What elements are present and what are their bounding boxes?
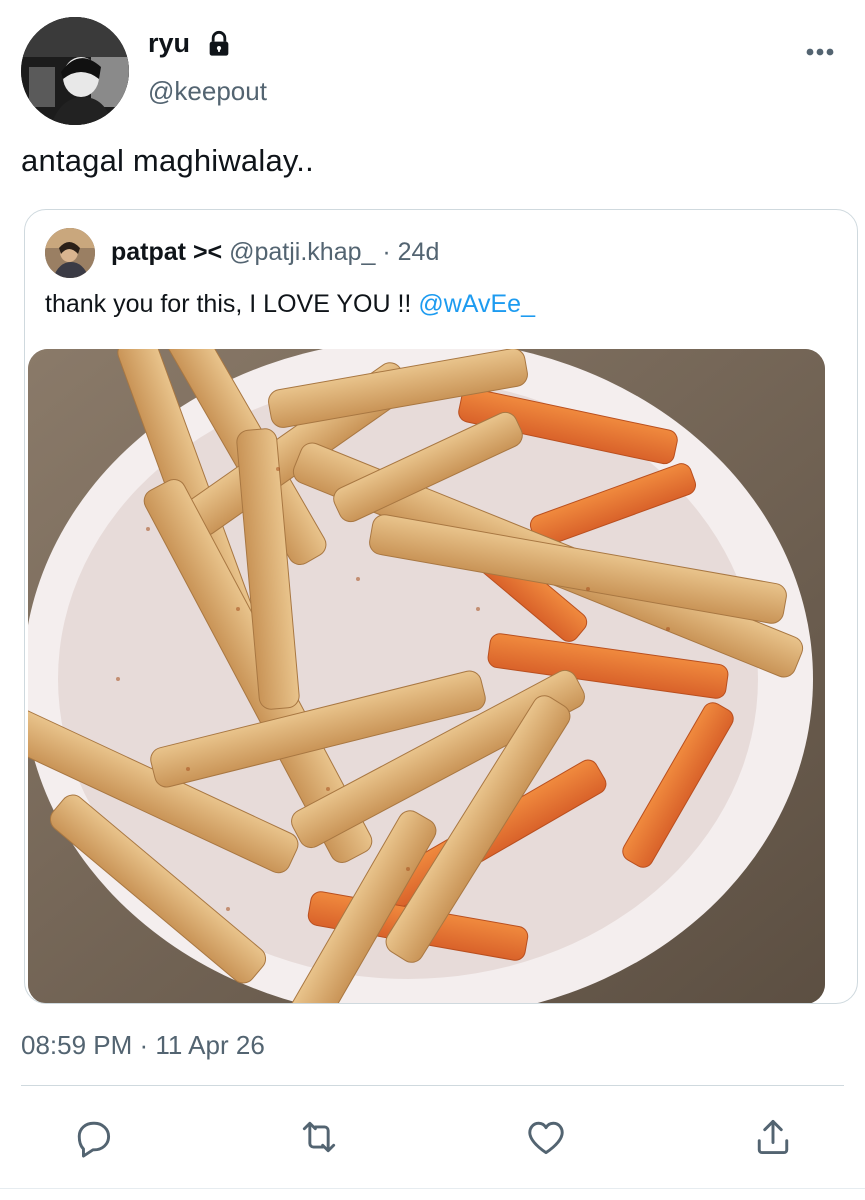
quoted-mention-link[interactable]: @wAvEe_	[418, 290, 535, 318]
quoted-header: patpat >< @patji.khap_ · 24d	[111, 238, 439, 267]
quoted-author-handle[interactable]: @patji.khap_	[229, 238, 375, 266]
more-icon[interactable]	[800, 40, 840, 64]
heart-icon[interactable]	[524, 1115, 568, 1159]
quoted-author-avatar[interactable]	[45, 228, 95, 278]
quoted-text: thank you for this, I LOVE YOU !! @wAvEe…	[45, 290, 535, 319]
tweet-text: antagal maghiwalay..	[21, 143, 314, 178]
share-icon[interactable]	[751, 1115, 795, 1159]
author-name[interactable]: ryu	[148, 28, 190, 59]
quoted-photo[interactable]	[28, 349, 825, 1003]
divider	[21, 1085, 844, 1086]
quoted-tweet-card[interactable]: patpat >< @patji.khap_ · 24d thank you f…	[24, 209, 858, 1004]
author-avatar[interactable]	[21, 17, 129, 125]
reply-icon[interactable]	[71, 1115, 115, 1159]
retweet-icon[interactable]	[297, 1115, 341, 1159]
quoted-author-name[interactable]: patpat ><	[111, 238, 222, 266]
quoted-age: · 24d	[382, 238, 440, 266]
tweet-timestamp[interactable]: 08:59 PM · 11 Apr 26	[21, 1030, 265, 1061]
bottom-divider	[0, 1188, 865, 1189]
author-handle[interactable]: @keepout	[148, 76, 267, 107]
quoted-text-body: thank you for this, I LOVE YOU !!	[45, 290, 419, 318]
lock-icon	[205, 30, 233, 58]
